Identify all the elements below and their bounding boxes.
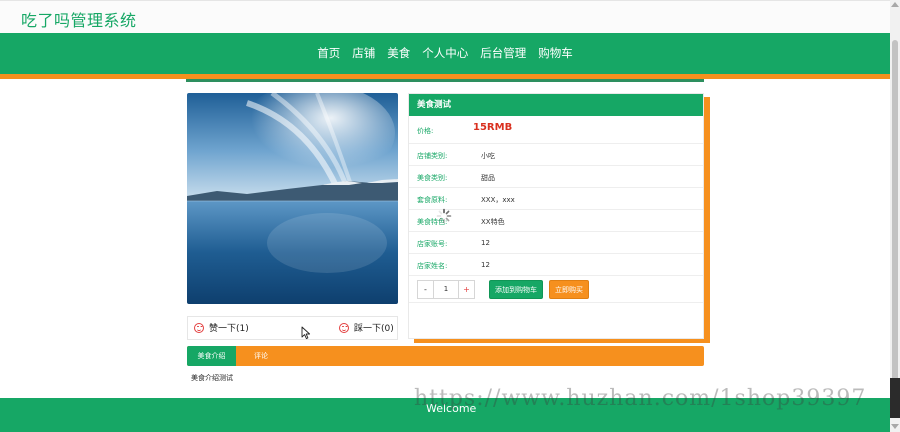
buy-now-button[interactable]: 立即购买: [549, 280, 589, 299]
nav-item-shops[interactable]: 店铺: [352, 33, 375, 74]
detail-value: XXX，xxx: [481, 196, 515, 204]
detail-label: 店铺类别:: [417, 152, 448, 160]
detail-label: 店家姓名:: [417, 262, 448, 270]
scroll-down-arrow-icon[interactable]: [891, 424, 899, 429]
price-label: 价格:: [417, 127, 434, 135]
purchase-row: - 1 + 添加到购物车 立即购买: [409, 276, 703, 303]
detail-row-shop-category: 店铺类别: 小吃: [409, 144, 703, 166]
mouse-cursor-icon: [301, 326, 311, 340]
food-image: [187, 93, 398, 304]
add-to-cart-button[interactable]: 添加到购物车: [489, 280, 543, 299]
detail-row-food-category: 美食类别: 甜品: [409, 166, 703, 188]
quantity-increase-button[interactable]: +: [458, 281, 474, 298]
detail-row-ingredients: 套食原料: XXX，xxx: [409, 188, 703, 210]
quantity-input[interactable]: 1: [434, 281, 458, 298]
detail-row-features: 美食特色: XX特色: [409, 210, 703, 232]
page-scrollbar[interactable]: [890, 0, 900, 432]
nav-item-home[interactable]: 首页: [317, 33, 340, 74]
edge-widget: [890, 378, 900, 418]
nav-item-cart[interactable]: 购物车: [538, 33, 573, 74]
nav-items: 首页 店铺 美食 个人中心 后台管理 购物车: [0, 33, 890, 74]
detail-value: 12: [481, 239, 490, 247]
food-title: 美食测试: [409, 94, 703, 116]
price-value: 15RMB: [473, 122, 513, 133]
like-button[interactable]: 赞一下(1): [194, 321, 249, 334]
scroll-up-arrow-icon[interactable]: [891, 2, 899, 7]
content-top-divider: [186, 79, 704, 82]
scroll-thumb[interactable]: [892, 40, 898, 390]
like-label: 赞一下(1): [209, 324, 249, 334]
detail-row-merchant-account: 店家账号: 12: [409, 232, 703, 254]
nav-item-profile[interactable]: 个人中心: [422, 33, 468, 74]
site-header: 吃了吗管理系统: [0, 0, 890, 33]
quantity-decrease-button[interactable]: -: [418, 281, 434, 298]
dislike-label: 踩一下(0): [354, 324, 394, 334]
detail-value: 小吃: [481, 152, 495, 160]
detail-value: 甜品: [481, 174, 495, 182]
loading-spinner-icon: [436, 208, 452, 224]
detail-label: 店家账号:: [417, 240, 448, 248]
smile-icon: [339, 322, 349, 333]
vote-bar: 赞一下(1) 踩一下(0): [187, 316, 398, 340]
main-navbar: 首页 店铺 美食 个人中心 后台管理 购物车: [0, 33, 890, 74]
lake-landscape-photo: [187, 93, 398, 304]
site-title: 吃了吗管理系统: [21, 11, 137, 30]
detail-row-merchant-name: 店家姓名: 12: [409, 254, 703, 276]
smile-icon: [194, 322, 204, 333]
detail-label: 美食类别:: [417, 174, 448, 182]
detail-value: XX特色: [481, 218, 505, 226]
nav-item-food[interactable]: 美食: [387, 33, 410, 74]
dislike-button[interactable]: 踩一下(0): [339, 321, 394, 334]
tab-food-intro[interactable]: 美食介绍: [187, 346, 236, 366]
price-row: 价格: 15RMB: [409, 116, 703, 144]
detail-label: 套食原料:: [417, 196, 448, 204]
watermark: https://www.huzhan.com/1shop39397: [414, 386, 867, 411]
detail-value: 12: [481, 261, 490, 269]
food-detail-panel: 美食测试 价格: 15RMB 店铺类别: 小吃 美食类别: 甜品 套食原料: X…: [408, 93, 704, 339]
info-tabbar: 美食介绍 评论: [187, 346, 704, 366]
nav-item-admin[interactable]: 后台管理: [480, 33, 526, 74]
quantity-stepper: - 1 +: [417, 280, 475, 299]
food-intro-text: 美食介绍测试: [191, 374, 233, 382]
tab-comments[interactable]: 评论: [254, 346, 268, 366]
